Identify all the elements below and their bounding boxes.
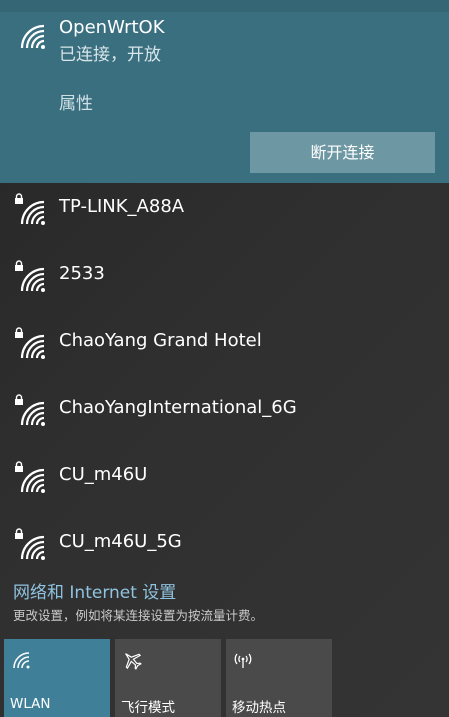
network-flyout: OpenWrtOK 已连接，开放 属性 断开连接 TP-LINK_A88A 25… <box>0 0 449 717</box>
properties-link[interactable]: 属性 <box>59 89 93 114</box>
wifi-signal-icon <box>18 466 48 496</box>
network-item[interactable]: 2533 <box>0 251 449 317</box>
airplane-mode-tile[interactable]: 飞行模式 <box>115 639 221 717</box>
network-name: CU_m46U <box>59 464 148 485</box>
disconnect-button[interactable]: 断开连接 <box>250 132 435 173</box>
wifi-signal-icon <box>18 533 48 563</box>
wifi-signal-icon <box>18 332 48 362</box>
airplane-mode-tile-label: 飞行模式 <box>121 700 175 716</box>
wifi-icon <box>10 649 32 671</box>
wlan-tile-label: WLAN <box>10 696 51 712</box>
network-item[interactable]: ChaoYangInternational_6G <box>0 385 449 451</box>
connected-network-card[interactable]: OpenWrtOK 已连接，开放 属性 断开连接 <box>0 0 449 183</box>
connected-network-status: 已连接，开放 <box>59 45 161 65</box>
network-name: ChaoYangInternational_6G <box>59 397 297 418</box>
network-settings-link[interactable]: 网络和 Internet 设置 <box>13 578 176 603</box>
connected-network-name: OpenWrtOK <box>59 17 165 38</box>
wifi-signal-icon <box>18 22 48 52</box>
wlan-tile[interactable]: WLAN <box>4 639 110 717</box>
network-item[interactable]: ChaoYang Grand Hotel <box>0 318 449 384</box>
mobile-hotspot-tile[interactable]: 移动热点 <box>226 639 332 717</box>
wifi-signal-icon <box>18 198 48 228</box>
network-name: TP-LINK_A88A <box>59 196 185 217</box>
wifi-signal-icon <box>18 265 48 295</box>
mobile-hotspot-tile-label: 移动热点 <box>232 700 286 716</box>
top-strip <box>0 0 449 12</box>
network-settings-hint: 更改设置，例如将某连接设置为按流量计费。 <box>13 608 264 623</box>
wifi-signal-icon <box>18 399 48 429</box>
network-name: 2533 <box>59 263 105 284</box>
network-item[interactable]: CU_m46U <box>0 452 449 518</box>
network-item[interactable]: CU_m46U_5G <box>0 519 449 585</box>
network-item[interactable]: TP-LINK_A88A <box>0 184 449 250</box>
network-name: ChaoYang Grand Hotel <box>59 330 262 351</box>
hotspot-icon <box>232 649 254 671</box>
network-name: CU_m46U_5G <box>59 531 182 552</box>
airplane-icon <box>121 649 143 671</box>
